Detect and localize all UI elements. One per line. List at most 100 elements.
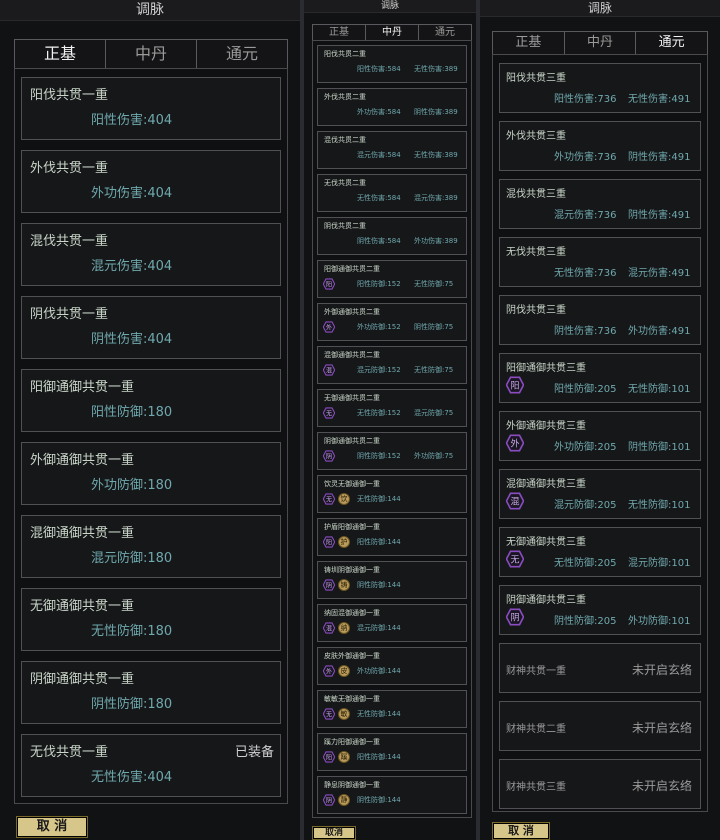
- mod-card[interactable]: 阳御通御共贯二重阳 阳性防御:152 无性防御:75: [317, 260, 467, 298]
- mod-card[interactable]: 纳固混御通御一重混纳混元防御:144: [317, 604, 467, 642]
- mod-stat-secondary: 混元伤害:389: [414, 194, 458, 202]
- mod-card[interactable]: 无伐共贯三重 无性伤害:736 混元伤害:491: [499, 237, 701, 287]
- tab-tongyuan[interactable]: 通元: [197, 40, 287, 68]
- svg-text:阴: 阴: [326, 452, 332, 460]
- mod-stat-secondary: 阴性伤害:491: [628, 210, 691, 221]
- mod-title: 阴伐共贯一重: [30, 307, 109, 322]
- mod-title: 外御通御共贯一重: [30, 453, 135, 468]
- hex-emblem-icon: 阳: [323, 278, 335, 290]
- mod-card[interactable]: 外伐共贯二重 外功伤害:584 阴性伤害:389: [317, 88, 467, 126]
- mod-card[interactable]: 外伐共贯三重 外功伤害:736 阴性伤害:491: [499, 121, 701, 171]
- mod-stat: 阴性伤害:404: [91, 332, 173, 347]
- mod-title: 混伐共贯二重: [324, 136, 366, 144]
- svg-text:无: 无: [326, 711, 332, 718]
- mod-card[interactable]: 无御通御共贯三重无 无性防御:205 混元防御:101: [499, 527, 701, 577]
- mod-title: 无伐共贯二重: [324, 179, 366, 187]
- mod-card[interactable]: 混御通御共贯三重混 混元防御:205 无性防御:101: [499, 469, 701, 519]
- mod-list: 阳伐共贯三重 阳性伤害:736 无性伤害:491 外伐共贯三重 外功伤害:736 阴性伤害…: [492, 54, 708, 812]
- locked-status: 未开启玄络: [631, 663, 692, 677]
- mod-card[interactable]: 阳御通御共贯三重阳 阳性防御:205 无性防御:101: [499, 353, 701, 403]
- hex-emblem-icon: 外: [323, 321, 335, 333]
- mod-title: 阳御通御共贯一重: [30, 380, 135, 395]
- mod-stat-secondary: 阴性伤害:491: [628, 152, 691, 163]
- hex-emblem-icon: 无: [323, 493, 335, 505]
- svg-text:阳: 阳: [326, 753, 332, 761]
- mod-card[interactable]: 阳伐共贯一重 阳性伤害:404: [21, 77, 281, 140]
- mod-stat-primary: 外功防御:144: [357, 667, 401, 675]
- mod-title: 阴御通御共贯二重: [324, 437, 380, 445]
- mod-card[interactable]: 阳伐共贯三重 阳性伤害:736 无性伤害:491: [499, 63, 701, 113]
- mod-stat-primary: 无性防御:144: [357, 495, 401, 503]
- mod-title: 饮灵无御通御一重: [324, 480, 380, 488]
- cancel-button[interactable]: 取消: [312, 826, 356, 840]
- panel-zhongdan: 调脉 正基 中丹 通元 阳伐共贯二重 阳性伤害:584 无性伤害:389 外伐共贯二重…: [304, 0, 476, 840]
- tab-tongyuan[interactable]: 通元: [636, 32, 707, 54]
- mod-card[interactable]: 阴伐共贯一重阴性伤害:404: [21, 296, 281, 359]
- mod-card[interactable]: 蹊力阳御通御一重阳蹊阳性防御:144: [317, 733, 467, 771]
- mod-title: 蹊力阳御通御一重: [324, 738, 380, 746]
- tab-zhongdan[interactable]: 中丹: [565, 32, 637, 54]
- mod-card[interactable]: 无御通御共贯一重 无性防御:180: [21, 588, 281, 651]
- locked-mod-card[interactable]: 财神共贯一重 未开启玄络: [499, 643, 701, 693]
- panel-title: 调脉: [480, 0, 720, 17]
- hex-emblem-icon: 外: [506, 434, 524, 452]
- mod-card[interactable]: 外伐共贯一重 外功伤害:404: [21, 150, 281, 213]
- hex-emblem-icon: 无: [323, 708, 335, 720]
- tab-zhengji[interactable]: 正基: [313, 25, 366, 40]
- mod-card[interactable]: 混御通御共贯二重混 混元防御:152 无性防御:75: [317, 346, 467, 384]
- mod-title: 阳御通御共贯二重: [324, 265, 380, 273]
- mod-title: 财神共贯一重: [506, 666, 566, 677]
- mod-stat-primary: 无性防御:205: [554, 558, 617, 569]
- svg-text:外: 外: [510, 438, 519, 450]
- tab-zhongdan[interactable]: 中丹: [106, 40, 197, 68]
- mod-card[interactable]: 阴御通御共贯二重阴 阴性防御:152 外功防御:75: [317, 432, 467, 470]
- mod-stat-primary: 阳性防御:205: [554, 384, 617, 395]
- mod-card[interactable]: 无御通御共贯二重无 无性防御:152 混元防御:75: [317, 389, 467, 427]
- mod-card[interactable]: 无伐共贯二重 无性伤害:584 混元伤害:389: [317, 174, 467, 212]
- mod-stat-secondary: 无性伤害:389: [414, 151, 458, 159]
- tab-zhongdan[interactable]: 中丹: [366, 25, 419, 40]
- mod-card[interactable]: 无伐共贯一重 无性伤害:404 已装备: [21, 734, 281, 797]
- mod-card[interactable]: 混御通御共贯一重 混元防御:180: [21, 515, 281, 578]
- gem-icon: 纳: [338, 622, 350, 634]
- panel-zhengji: 调脉 正基 中丹 通元 阳伐共贯一重 阳性伤害:404 外伐共贯一重 外功伤害:404…: [0, 0, 300, 840]
- mod-card[interactable]: 皮肤外御通御一重外皮外功防御:144: [317, 647, 467, 685]
- mod-title: 阳伐共贯三重: [506, 73, 566, 84]
- mod-card[interactable]: 阳伐共贯二重 阳性伤害:584 无性伤害:389: [317, 45, 467, 83]
- mod-stat-secondary: 无性防御:75: [414, 366, 454, 374]
- tab-tongyuan[interactable]: 通元: [419, 25, 471, 40]
- cancel-button[interactable]: 取 消: [492, 822, 550, 840]
- mod-card[interactable]: 阴御通御共贯一重 阴性防御:180: [21, 661, 281, 724]
- mod-list: 阳伐共贯二重 阳性伤害:584 无性伤害:389 外伐共贯二重 外功伤害:584 阴性伤害…: [312, 40, 472, 818]
- mod-card[interactable]: 外御通御共贯三重外 外功防御:205 阴性防御:101: [499, 411, 701, 461]
- mod-stat-secondary: 外功伤害:389: [414, 237, 458, 245]
- mod-card[interactable]: 阴御通御共贯三重阴 阴性防御:205 外功防御:101: [499, 585, 701, 635]
- cancel-button[interactable]: 取 消: [16, 816, 88, 838]
- mod-card[interactable]: 混伐共贯二重 混元伤害:584 无性伤害:389: [317, 131, 467, 169]
- mod-stat-primary: 混元防御:152: [357, 366, 401, 374]
- mod-title: 混伐共贯三重: [506, 189, 566, 200]
- mod-stat-primary: 外功伤害:736: [554, 152, 617, 163]
- panel-title: 调脉: [0, 0, 300, 21]
- mod-card[interactable]: 阴伐共贯三重 阴性伤害:736 外功伤害:491: [499, 295, 701, 345]
- mod-card[interactable]: 阳御通御共贯一重 阳性防御:180: [21, 369, 281, 432]
- mod-card[interactable]: 饮灵无御通御一重无饮无性防御:144: [317, 475, 467, 513]
- mod-stat: 外功防御:180: [91, 478, 173, 493]
- mod-card[interactable]: 阴伐共贯二重 阴性伤害:584 外功伤害:389: [317, 217, 467, 255]
- mod-stat-primary: 阴性防御:144: [357, 581, 401, 589]
- mod-card[interactable]: 铸圳阴御通御一重阴铸阴性防御:144: [317, 561, 467, 599]
- mod-title: 阴御通御共贯一重: [30, 672, 135, 687]
- mod-card[interactable]: 静息阴御通御一重阴静阴性防御:144: [317, 776, 467, 814]
- mod-card[interactable]: 混伐共贯三重 混元伤害:736 阴性伤害:491: [499, 179, 701, 229]
- tab-zhengji[interactable]: 正基: [15, 40, 106, 68]
- mod-card[interactable]: 外御通御共贯一重外功防御:180: [21, 442, 281, 505]
- svg-text:阳: 阳: [326, 538, 332, 546]
- locked-mod-card[interactable]: 财神共贯三重 未开启玄络: [499, 759, 701, 809]
- mod-card[interactable]: 外御通御共贯二重外 外功防御:152 阴性防御:75: [317, 303, 467, 341]
- locked-status: 未开启玄络: [631, 779, 692, 793]
- mod-card[interactable]: 混伐共贯一重 混元伤害:404: [21, 223, 281, 286]
- mod-card[interactable]: 敏敏无御通御一重无敏无性防御:144: [317, 690, 467, 728]
- locked-mod-card[interactable]: 财神共贯二重 未开启玄络: [499, 701, 701, 751]
- tab-zhengji[interactable]: 正基: [493, 32, 565, 54]
- mod-card[interactable]: 护盾阳御通御一重阳护阳性防御:144: [317, 518, 467, 556]
